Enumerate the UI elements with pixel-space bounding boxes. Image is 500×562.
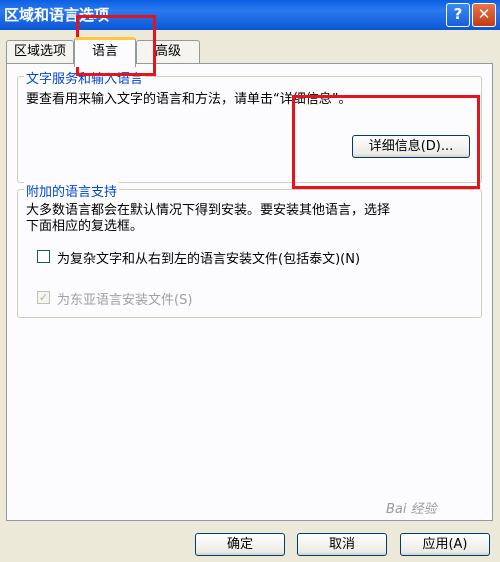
- supplemental-description: 大多数语言都会在默认情况下得到安装。要安装其他语言，选择 下面相应的复选框。: [26, 203, 391, 234]
- tab-regional-options[interactable]: 区域选项: [6, 40, 74, 63]
- supplemental-language-group: 附加的语言支持 大多数语言都会在默认情况下得到安装。要安装其他语言，选择 下面相…: [17, 181, 482, 318]
- east-asian-label[interactable]: 为东亚语言安装文件(S): [57, 289, 192, 308]
- help-button[interactable]: ?: [446, 3, 470, 27]
- highlight-box-details: [292, 95, 480, 189]
- watermark: Bai 经验: [386, 502, 437, 517]
- complex-script-label[interactable]: 为复杂文字和从右到左的语言安装文件(包括泰文)(N): [57, 248, 360, 267]
- tab-languages[interactable]: 语言: [74, 37, 136, 67]
- cancel-button[interactable]: 取消: [297, 533, 387, 556]
- east-asian-checkbox[interactable]: ✓: [37, 291, 50, 304]
- close-button[interactable]: ✕: [472, 3, 496, 27]
- apply-button[interactable]: 应用(A): [400, 533, 490, 556]
- title-bar: 区域和语言选项 ? ✕: [0, 0, 500, 30]
- ok-button[interactable]: 确定: [195, 533, 285, 556]
- complex-script-checkbox[interactable]: [37, 250, 50, 263]
- supplemental-legend: 附加的语言支持: [24, 181, 120, 200]
